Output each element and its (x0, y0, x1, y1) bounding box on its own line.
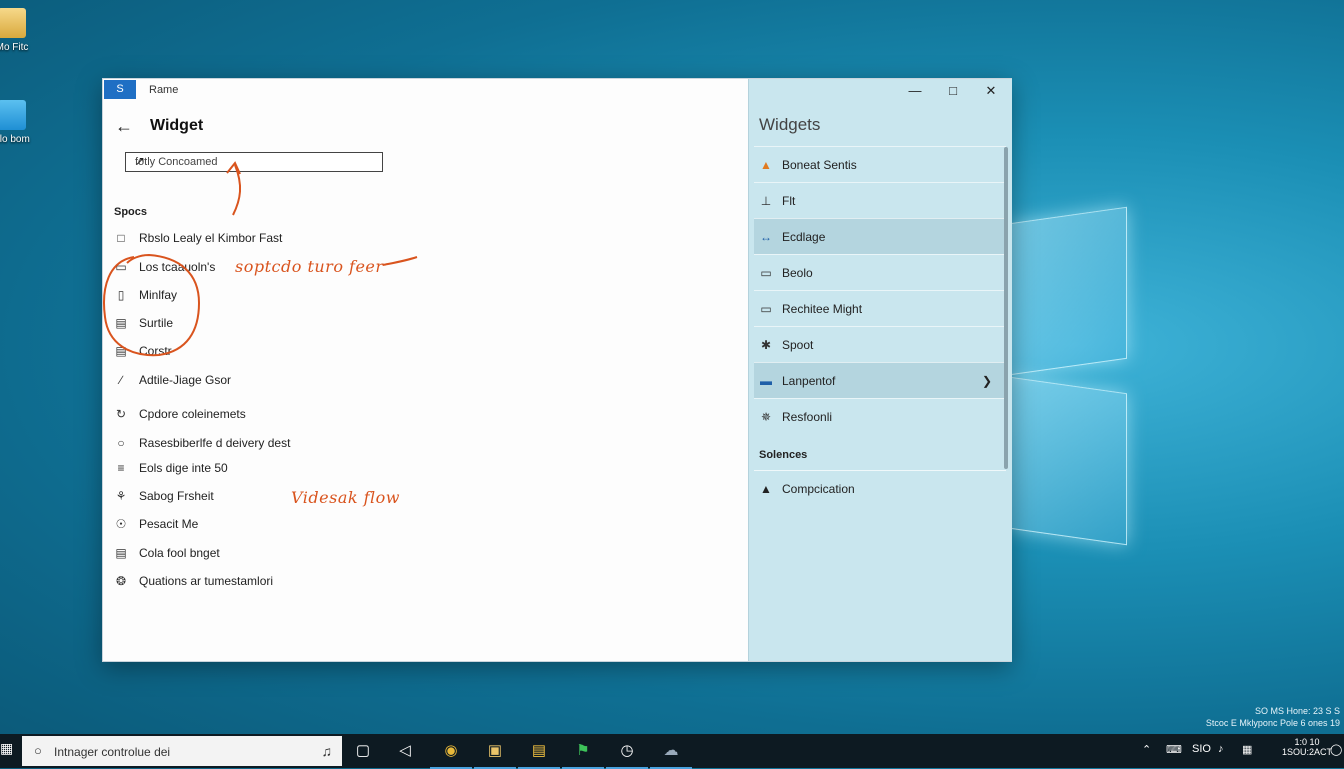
list-item[interactable]: □ Rbslo Lealy el Kimbor Fast (114, 228, 282, 248)
expand-arrow-icon[interactable]: ↗ (135, 154, 376, 168)
app-icon: S (104, 80, 136, 99)
desktop-icon-app[interactable]: dlo bom (0, 100, 42, 145)
widget-item[interactable]: ▬ Lanpentof ❯ (754, 362, 1006, 398)
taskbar-clock[interactable]: 1:0 10 1SOU:2ACT (1282, 737, 1332, 757)
help-icon: ❂ (115, 574, 127, 588)
chevron-right-icon: ❯ (981, 373, 992, 388)
search-icon: ○ (34, 743, 42, 758)
list-item[interactable]: ↻ Cpdore coleinemets (114, 404, 246, 424)
card-icon: ▭ (760, 301, 772, 316)
send-icon[interactable]: ◁ (392, 740, 418, 762)
scrollbar[interactable] (1004, 147, 1008, 469)
widget-item[interactable]: ✵ Resfoonli (754, 398, 1006, 434)
chrome-icon[interactable]: ◉ (430, 740, 472, 769)
widgets-list: ▲ Boneat Sentis ⊥ Flt ↔ Ecdlage ▭ Beolo … (754, 146, 1006, 434)
list-item[interactable]: ❂ Quations ar tumestamlori (114, 571, 273, 591)
back-arrow-icon[interactable]: ← (115, 116, 133, 137)
widget-item[interactable]: ↔ Ecdlage (754, 218, 1006, 254)
exchange-icon: ↔ (760, 229, 772, 244)
task-view-icon[interactable]: ▢ (350, 740, 376, 762)
list-item[interactable]: ☉ Pesacit Me (114, 514, 199, 534)
cloud-app-icon[interactable]: ☁ (650, 740, 692, 769)
volume-icon[interactable]: ♪ (1218, 743, 1224, 755)
folder-icon[interactable]: ▤ (518, 740, 560, 769)
keyboard-icon[interactable]: ▦ (1242, 743, 1252, 756)
network-icon[interactable]: ⌨ (1166, 743, 1182, 756)
refresh-icon: ↻ (115, 407, 127, 421)
list-item[interactable]: ∕ Adtile-Jiage Gsor (114, 370, 231, 390)
page-title: Widget (150, 117, 204, 134)
close-button[interactable]: ✕ (981, 83, 1001, 99)
search-input[interactable]: fotly Concoamed ↗ (125, 152, 383, 172)
chevron-up-icon[interactable]: ⌃ (1142, 743, 1151, 756)
minimize-button[interactable]: — (905, 83, 925, 98)
widget-item[interactable]: ▭ Beolo (754, 254, 1006, 290)
widgets-title: Widgets (759, 115, 821, 134)
widget-window: S Rame ← Widget fotly Concoamed ↗ Spocs … (102, 78, 1012, 662)
list-item[interactable]: ○ Rasesbiberlfe d deivery dest (114, 433, 290, 453)
title-bar: S Rame (103, 79, 748, 101)
folder-icon (0, 8, 26, 38)
windows-app-icon (0, 100, 26, 130)
main-panel: S Rame ← Widget fotly Concoamed ↗ Spocs … (103, 79, 748, 661)
person-icon: ☉ (115, 517, 127, 531)
list-item[interactable]: ≡ Eols dige inte 50 (114, 458, 227, 478)
list-item[interactable]: ⚘ Sabog Frsheit (114, 486, 214, 506)
annotation-text-top: soptcdo turo feer (235, 257, 384, 276)
store-icon[interactable]: ▣ (474, 740, 516, 769)
section-header: Spocs (114, 206, 148, 218)
lines-icon: ≡ (117, 461, 125, 475)
sparkle-icon: ✵ (760, 409, 772, 424)
taskbar: ▦ ○ Intnager controlue dei ♫ ▢ ◁ ◉ ▣ ▤ ⚑… (0, 734, 1344, 769)
app-title: Rame (149, 84, 179, 96)
widget-item[interactable]: ▲ Boneat Sentis (754, 146, 1006, 182)
notification-icon[interactable]: ◯ (1330, 743, 1342, 756)
widgets-section-header: Solences (759, 449, 808, 461)
green-app-icon[interactable]: ⚑ (562, 740, 604, 769)
annotation-text-bottom: Videsak flow (291, 488, 400, 507)
list-item[interactable]: ▤ Cola fool bnget (114, 543, 219, 563)
widgets-pane: — □ ✕ Widgets ▲ Boneat Sentis ⊥ Flt ↔ Ec… (748, 79, 1012, 661)
widget-item[interactable]: ⊥ Flt (754, 182, 1006, 218)
clock-app-icon[interactable]: ◷ (606, 740, 648, 769)
maximize-button[interactable]: □ (943, 83, 963, 98)
desktop-watermark-text: SO MS Hone: 23 S S Stcoc E Mklyponc Pole… (1205, 706, 1340, 728)
pen-icon: ∕ (119, 373, 122, 387)
laptop-icon: ▬ (760, 373, 772, 388)
annotation-circle (103, 253, 201, 357)
annotation-arrow (226, 161, 241, 216)
pin-icon: ⊥ (760, 193, 772, 208)
lock-icon: ▲ (760, 157, 772, 172)
table-icon: ▤ (115, 546, 127, 560)
taskbar-search[interactable]: ○ Intnager controlue dei ♫ (22, 736, 342, 766)
windows-logo-wallpaper (1010, 206, 1340, 546)
annotation-scribble (382, 256, 418, 266)
gear-icon: ⚘ (115, 489, 127, 503)
start-button[interactable]: ▦ (0, 740, 13, 760)
sun-icon: ✱ (760, 337, 772, 352)
document-icon: □ (117, 231, 125, 245)
card-icon: ▭ (760, 265, 772, 280)
widget-item[interactable]: ▭ Rechitee Might (754, 290, 1006, 326)
circle-icon: ○ (117, 436, 125, 450)
cloud-icon: ▲ (760, 481, 772, 496)
widget-item[interactable]: ▲ Compcication (754, 470, 1006, 506)
microphone-icon[interactable]: ♫ (322, 743, 333, 759)
widget-item[interactable]: ✱ Spoot (754, 326, 1006, 362)
desktop-icon-folder[interactable]: Mo Fitc (0, 8, 42, 53)
tray-label[interactable]: SIO (1192, 743, 1211, 755)
